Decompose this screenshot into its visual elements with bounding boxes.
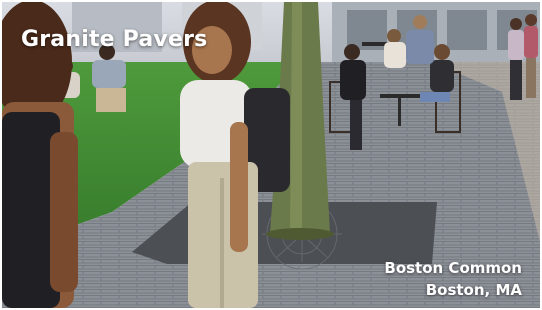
caption-location-city: Boston, MA <box>425 281 522 299</box>
caption-location-name: Boston Common <box>384 259 522 277</box>
caption-title: Granite Pavers <box>21 27 208 52</box>
